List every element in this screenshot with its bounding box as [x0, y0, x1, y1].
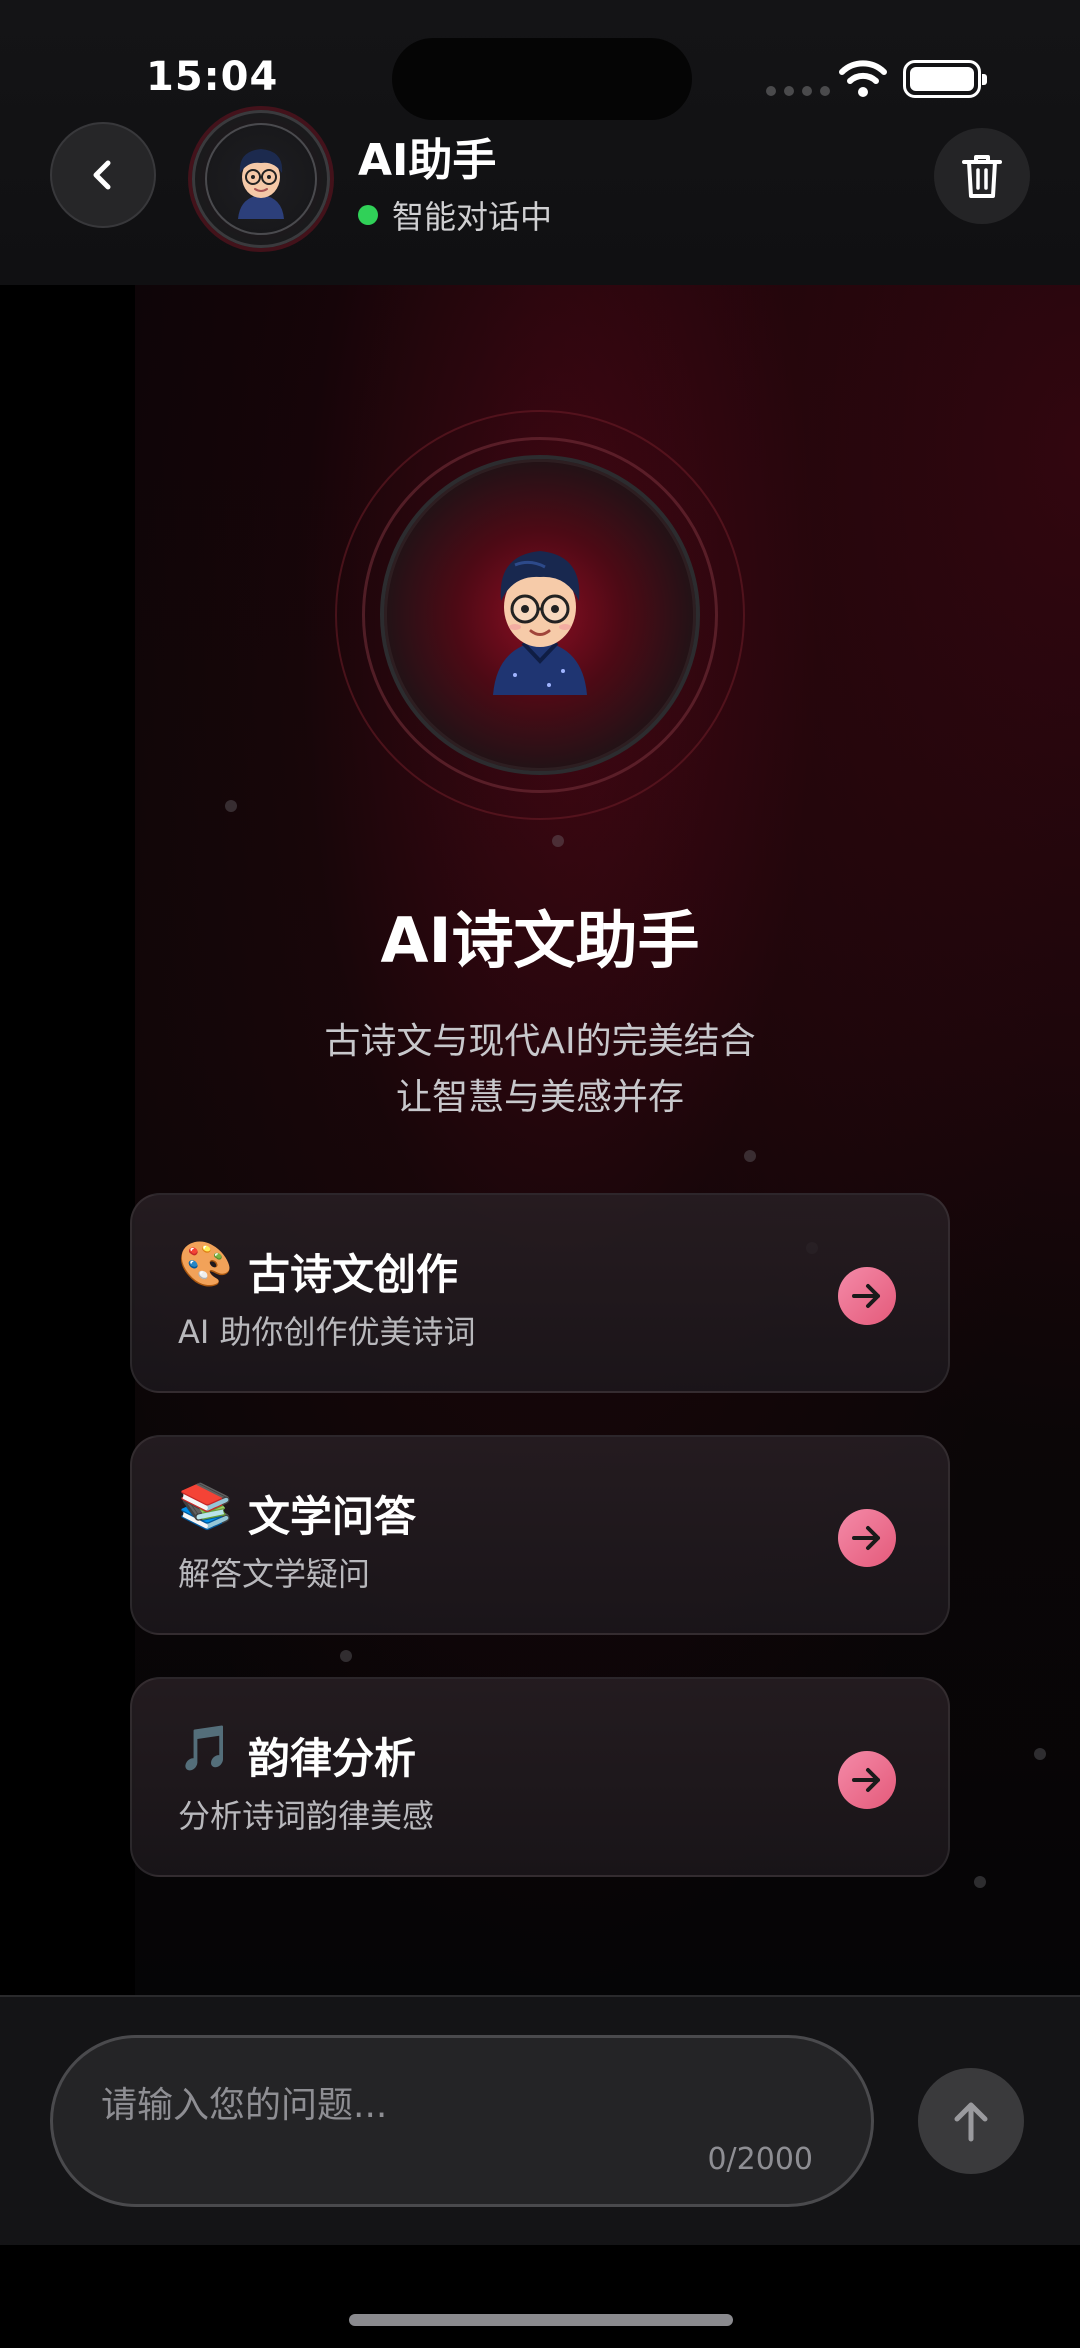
decorative-dot	[744, 1150, 756, 1162]
hero-title: AI诗文助手	[380, 904, 700, 977]
hero-subtitle: 让智慧与美感并存	[395, 1077, 684, 1118]
arrow-up-icon	[954, 2102, 988, 2142]
card-description: AI 助你创作优美诗词	[178, 1313, 476, 1351]
decorative-dot	[1034, 1748, 1046, 1760]
card-title: 古诗文创作	[248, 1250, 459, 1299]
feature-card-literature-qa[interactable]: 📚 文学问答 解答文学疑问	[130, 1435, 950, 1635]
header: 15:04 AI助手 智能对话中	[0, 0, 1080, 285]
trash-icon	[962, 155, 1002, 198]
hero-avatar	[380, 455, 700, 775]
card-title: 文学问答	[248, 1492, 417, 1541]
character-counter: 0/2000	[707, 2142, 813, 2177]
card-description: 解答文学疑问	[178, 1555, 371, 1593]
music-note-icon: 🎵	[178, 1723, 233, 1774]
decorative-dot	[225, 800, 237, 812]
online-dot-icon	[358, 205, 378, 225]
home-indicator[interactable]	[349, 2314, 733, 2326]
dynamic-island	[392, 38, 692, 120]
home-area	[0, 2245, 1080, 2348]
avatar[interactable]	[192, 110, 330, 248]
cartoon-avatar-icon	[493, 551, 587, 695]
status-text: 智能对话中	[392, 198, 553, 236]
arrow-right-icon[interactable]	[838, 1751, 896, 1809]
decorative-dot	[974, 1876, 986, 1888]
chat-screen: 15:04 AI助手 智能对话中 AI诗文助手 古诗文与现代AI的完美结合 让智…	[0, 0, 1080, 2348]
cellular-signal-icon	[766, 86, 830, 96]
decorative-dot	[340, 1650, 352, 1662]
cartoon-avatar-icon	[238, 149, 284, 219]
send-button[interactable]	[918, 2068, 1024, 2174]
books-icon: 📚	[178, 1481, 233, 1532]
back-button[interactable]	[50, 122, 156, 228]
hero-subtitle: 古诗文与现代AI的完美结合	[324, 1021, 756, 1062]
arrow-right-icon[interactable]	[838, 1267, 896, 1325]
chat-status: 智能对话中	[358, 192, 552, 238]
battery-icon	[903, 60, 987, 98]
page-title: AI助手	[358, 135, 497, 186]
clear-chat-button[interactable]	[934, 128, 1030, 224]
arrow-right-icon[interactable]	[838, 1509, 896, 1567]
status-time: 15:04	[146, 54, 279, 100]
input-placeholder: 请输入您的问题...	[101, 2085, 388, 2126]
feature-card-poetry-creation[interactable]: 🎨 古诗文创作 AI 助你创作优美诗词	[130, 1193, 950, 1393]
card-description: 分析诗词韵律美感	[178, 1797, 435, 1835]
wifi-icon	[839, 60, 887, 97]
message-input[interactable]: 请输入您的问题... 0/2000	[50, 2035, 874, 2207]
card-title: 韵律分析	[248, 1734, 417, 1783]
background-left	[0, 280, 135, 2000]
feature-card-rhythm-analysis[interactable]: 🎵 韵律分析 分析诗词韵律美感	[130, 1677, 950, 1877]
chevron-left-icon	[93, 160, 111, 190]
palette-icon: 🎨	[178, 1239, 233, 1290]
decorative-dot	[552, 835, 564, 847]
